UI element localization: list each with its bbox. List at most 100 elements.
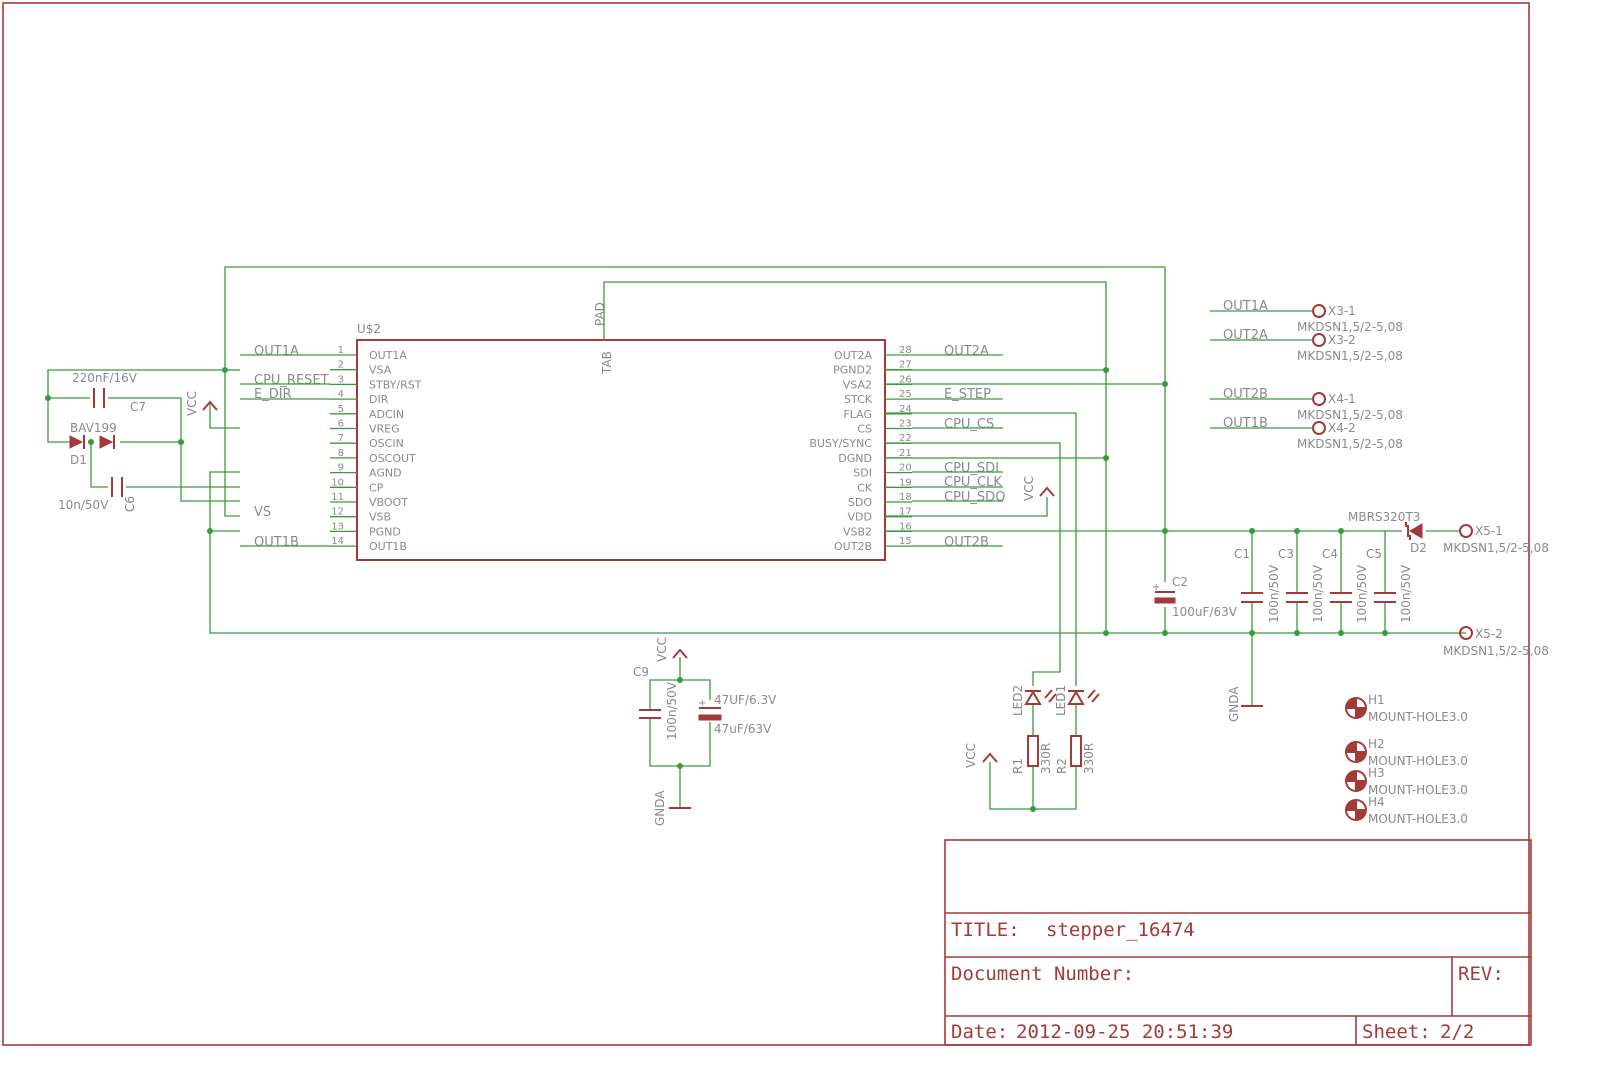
ic-pin-name: VREG — [369, 423, 400, 436]
gnda-symbol-c9: GNDA — [653, 790, 691, 826]
ic-pin-number: 2 — [338, 360, 344, 371]
connector-part: MKDSN1,5/2-5,08 — [1297, 349, 1403, 363]
connector-pin: X4-1 — [1328, 392, 1356, 406]
net-cpu-reset: CPU_RESET — [254, 373, 329, 388]
connector-net: OUT2B — [1223, 387, 1268, 402]
svg-text:C9: C9 — [633, 665, 649, 679]
ic-pin-name: OSCIN — [369, 437, 404, 450]
ic-pin-name: OUT2A — [834, 349, 872, 362]
ic-pin-number: 21 — [899, 448, 912, 459]
connector-pin: X3-2 — [1328, 333, 1356, 347]
connector-net: OUT2A — [1223, 328, 1268, 343]
svg-text:100n/50V: 100n/50V — [665, 681, 679, 740]
connector-part: MKDSN1,5/2-5,08 — [1297, 408, 1403, 422]
svg-text:100n/50V: 100n/50V — [1311, 564, 1325, 623]
svg-text:100n/50V: 100n/50V — [1267, 564, 1281, 623]
ic-pin-number: 13 — [331, 521, 344, 532]
ic-pin-name: FLAG — [843, 408, 872, 421]
ic-pin-number: 20 — [899, 463, 912, 474]
capacitor-c5[interactable]: C5 100n/50V — [1366, 547, 1413, 623]
connector-net: OUT1B — [1223, 416, 1268, 431]
net-cpu-sdo: CPU_SDO — [944, 490, 1005, 505]
mount-holes: H1MOUNT-HOLE3.0 H2MOUNT-HOLE3.0H3MOUNT-HO… — [1345, 693, 1468, 826]
capacitor-c7[interactable]: 220nF/16V C7 — [72, 371, 146, 414]
ic-pin-number: 1 — [338, 345, 344, 356]
mount-hole-h1[interactable]: H1 MOUNT-HOLE3.0 — [1345, 693, 1468, 724]
ic-pin-number: 4 — [338, 389, 344, 400]
title-value: stepper_16474 — [1046, 919, 1195, 941]
ic-pin-number: 9 — [338, 463, 344, 474]
net-vs: VS — [254, 505, 271, 520]
ic-tab-label: TAB — [600, 351, 614, 375]
svg-text:GNDA: GNDA — [1227, 686, 1241, 722]
c7-value: 220nF/16V — [72, 371, 138, 385]
c2-name: C2 — [1172, 575, 1188, 589]
ic-name: U$2 — [357, 322, 381, 336]
date-label: Date: — [951, 1021, 1008, 1043]
svg-text:VCC: VCC — [655, 637, 669, 662]
ic-pin-number: 7 — [338, 433, 344, 444]
ic-pin-number: 25 — [899, 389, 912, 400]
docnum-label: Document Number: — [951, 963, 1134, 985]
ic-right-pins: 28OUT2A27PGND226VSA225STCK24FLAG23CS22BU… — [809, 345, 912, 553]
sheet-value: 2/2 — [1440, 1021, 1474, 1043]
c6-name: C6 — [123, 496, 137, 512]
ic-pin-number: 19 — [899, 477, 912, 488]
ic-pin-name: STBY/RST — [369, 378, 422, 391]
hole-part: MOUNT-HOLE3.0 — [1368, 710, 1468, 724]
connector-net: OUT1A — [1223, 299, 1268, 314]
mount-hole-h4[interactable]: H4 MOUNT-HOLE3.0 — [1345, 795, 1468, 826]
diode-d2[interactable]: MBRS320T3 D2 — [1348, 510, 1427, 555]
d2-value: MBRS320T3 — [1348, 510, 1420, 524]
svg-text:C5: C5 — [1366, 547, 1382, 561]
mount-hole-h2[interactable]: H2MOUNT-HOLE3.0 — [1345, 737, 1468, 768]
capacitor-c9[interactable]: C9 100n/50V — [633, 665, 679, 740]
net-e-step: E_STEP — [944, 387, 991, 402]
net-cpu-sdi: CPU_SDI — [944, 461, 999, 476]
ic-pin-number: 15 — [899, 536, 912, 547]
ic-pin-name: OUT1A — [369, 349, 407, 362]
connector-pin: X4-2 — [1328, 421, 1356, 435]
ic-left-pins: 1 OUT1A 2 VSA 3 STBY/RST 4 DIR 5 ADCIN 6 VREG 7 OSCIN… — [330, 345, 422, 553]
svg-text:X5-1: X5-1 — [1475, 524, 1503, 538]
svg-text:330R: 330R — [1082, 743, 1096, 774]
ic-pin-number: 8 — [338, 448, 344, 459]
c2-value: 100uF/63V — [1172, 605, 1238, 619]
connector-part: MKDSN1,5/2-5,08 — [1297, 437, 1403, 451]
svg-text:C4: C4 — [1322, 547, 1338, 561]
title-block: TITLE: stepper_16474 Document Number: RE… — [944, 839, 1532, 1046]
ic-pin-name: DIR — [369, 393, 389, 406]
hole-part: MOUNT-HOLE3.0 — [1368, 812, 1468, 826]
diode-d1[interactable]: BAV199 D1 — [69, 421, 117, 467]
capacitor-c1[interactable]: C1 100n/50V — [1234, 547, 1281, 623]
net-out1b: OUT1B — [254, 535, 299, 550]
connector-x5-1[interactable]: X5-1 MKDSN1,5/2-5,08 — [1443, 524, 1549, 555]
ic-pin-name: VSA2 — [843, 378, 872, 391]
mount-hole-h3[interactable]: H3MOUNT-HOLE3.0 — [1345, 766, 1468, 797]
capacitor-c4[interactable]: C4 100n/50V — [1322, 547, 1369, 623]
ic-pin-name: DGND — [838, 452, 872, 465]
ic-pin-name: VSB2 — [843, 525, 872, 538]
resistor-r1[interactable]: R1 330R — [1011, 735, 1053, 774]
svg-text:C1: C1 — [1234, 547, 1250, 561]
date-value: 2012-09-25 20:51:39 — [1016, 1021, 1233, 1043]
svg-text:LED2: LED2 — [1011, 685, 1025, 716]
ic-u2[interactable]: U$2 PAD TAB 1 OUT1A 2 VSA 3 STBY/RST 4 DIR 5 ADCI… — [330, 302, 912, 561]
ic-pin-name: CP — [369, 481, 384, 494]
c7-name: C7 — [130, 400, 146, 414]
d2-name: D2 — [1410, 541, 1427, 555]
capacitor-c6[interactable]: 10n/50V C6 — [58, 477, 137, 512]
svg-text:C3: C3 — [1278, 547, 1294, 561]
svg-text:+: + — [1152, 582, 1160, 593]
connector-x5-2[interactable]: X5-2 MKDSN1,5/2-5,08 — [1443, 626, 1549, 658]
c6-value: 10n/50V — [58, 498, 109, 512]
svg-text:330R: 330R — [1039, 743, 1053, 774]
capacitor-c3[interactable]: C3 100n/50V — [1278, 547, 1325, 623]
rev-label: REV: — [1458, 963, 1504, 985]
vcc-symbol-c9: VCC — [655, 637, 688, 662]
svg-text:MKDSN1,5/2-5,08: MKDSN1,5/2-5,08 — [1443, 541, 1549, 555]
net-out2b: OUT2B — [944, 535, 989, 550]
hole-name: H4 — [1368, 795, 1385, 809]
ic-pin-name: OUT1B — [369, 540, 407, 553]
gnda-symbol-right: GNDA — [1227, 686, 1263, 722]
